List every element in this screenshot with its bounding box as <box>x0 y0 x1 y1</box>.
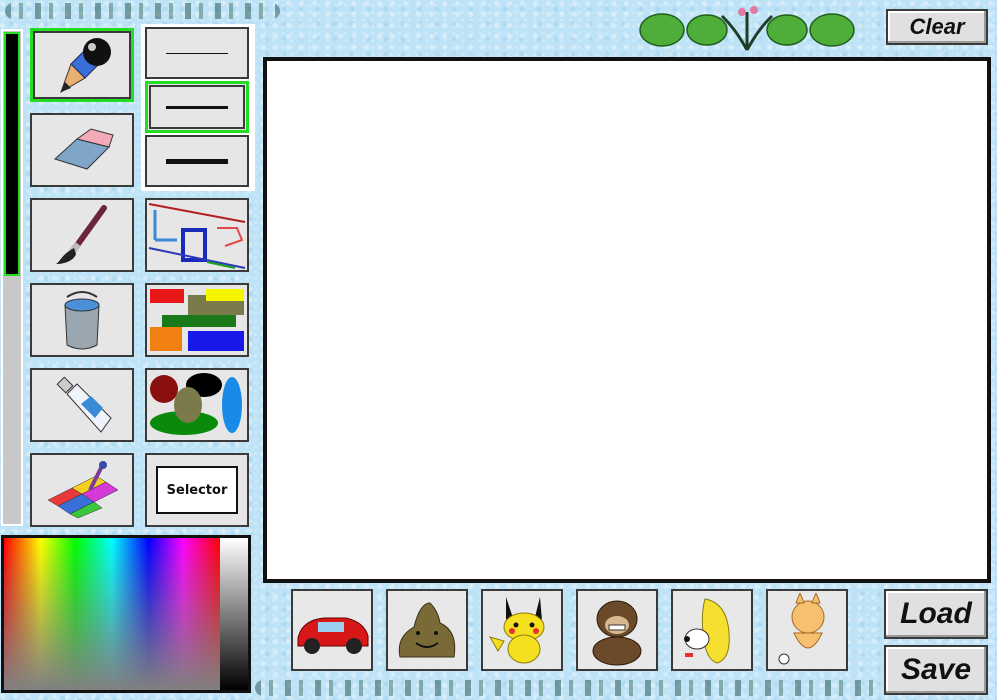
sticker-monkey[interactable] <box>576 589 658 671</box>
brightness-strip[interactable] <box>220 538 248 690</box>
banana-dog-icon <box>684 598 730 664</box>
selector-label: Selector <box>166 482 228 498</box>
brush-size-slider[interactable] <box>1 29 23 526</box>
line-shapes-icon <box>148 203 246 269</box>
drawing-canvas[interactable] <box>263 57 991 583</box>
selector-box: Selector <box>156 466 238 514</box>
eraser-tool-button[interactable] <box>30 113 134 187</box>
monkey-icon <box>592 600 642 666</box>
line-shape-tool-button[interactable] <box>145 198 249 272</box>
brush-tool-button[interactable] <box>30 198 134 272</box>
vine-decoration-bottom <box>255 680 880 696</box>
clear-button[interactable]: Clear <box>886 9 988 45</box>
selector-tool-button[interactable]: Selector <box>145 453 249 527</box>
pencil-tool-button[interactable] <box>30 28 134 102</box>
vine-decoration-top <box>5 3 280 19</box>
pencil-icon <box>60 38 111 94</box>
medium-line-sample <box>166 105 228 109</box>
paint-bucket-icon <box>64 291 100 350</box>
color-picker-tool-button[interactable] <box>30 453 134 527</box>
paintbrush-icon <box>56 205 107 264</box>
sticker-blob[interactable] <box>386 589 468 671</box>
race-car-icon <box>297 617 369 654</box>
fill-tool-button[interactable] <box>30 283 134 357</box>
spray-can-icon <box>56 376 112 433</box>
thin-line-sample <box>166 52 228 54</box>
orange-creature-icon <box>778 593 825 665</box>
leaf-logo-icon <box>639 6 855 51</box>
sticker-orange-creature[interactable] <box>766 589 848 671</box>
thick-line-sample <box>166 158 228 164</box>
eraser-icon <box>54 128 114 170</box>
spray-tool-button[interactable] <box>30 368 134 442</box>
load-button-label: Load <box>900 597 972 630</box>
ellipse-shape-tool-button[interactable] <box>145 368 249 442</box>
rectangle-shape-tool-button[interactable] <box>145 283 249 357</box>
color-palette[interactable] <box>1 535 251 693</box>
rectangle-shapes-icon <box>150 289 244 351</box>
line-width-medium[interactable] <box>145 81 249 133</box>
save-button[interactable]: Save <box>884 645 988 695</box>
hue-spectrum[interactable] <box>4 538 220 690</box>
load-button[interactable]: Load <box>884 589 988 639</box>
smiling-blob-icon <box>398 602 456 658</box>
yellow-creature-icon <box>488 597 545 664</box>
save-button-label: Save <box>900 653 972 686</box>
sticker-pikachu[interactable] <box>481 589 563 671</box>
eyedropper-palette-icon <box>47 461 119 519</box>
clear-button-label: Clear <box>909 14 965 39</box>
sticker-race-car[interactable] <box>291 589 373 671</box>
line-width-thick[interactable] <box>145 135 249 187</box>
ellipse-shapes-icon <box>150 373 242 435</box>
sticker-banana-dog[interactable] <box>671 589 753 671</box>
brush-size-slider-fill <box>4 32 20 276</box>
line-width-thin[interactable] <box>145 27 249 79</box>
